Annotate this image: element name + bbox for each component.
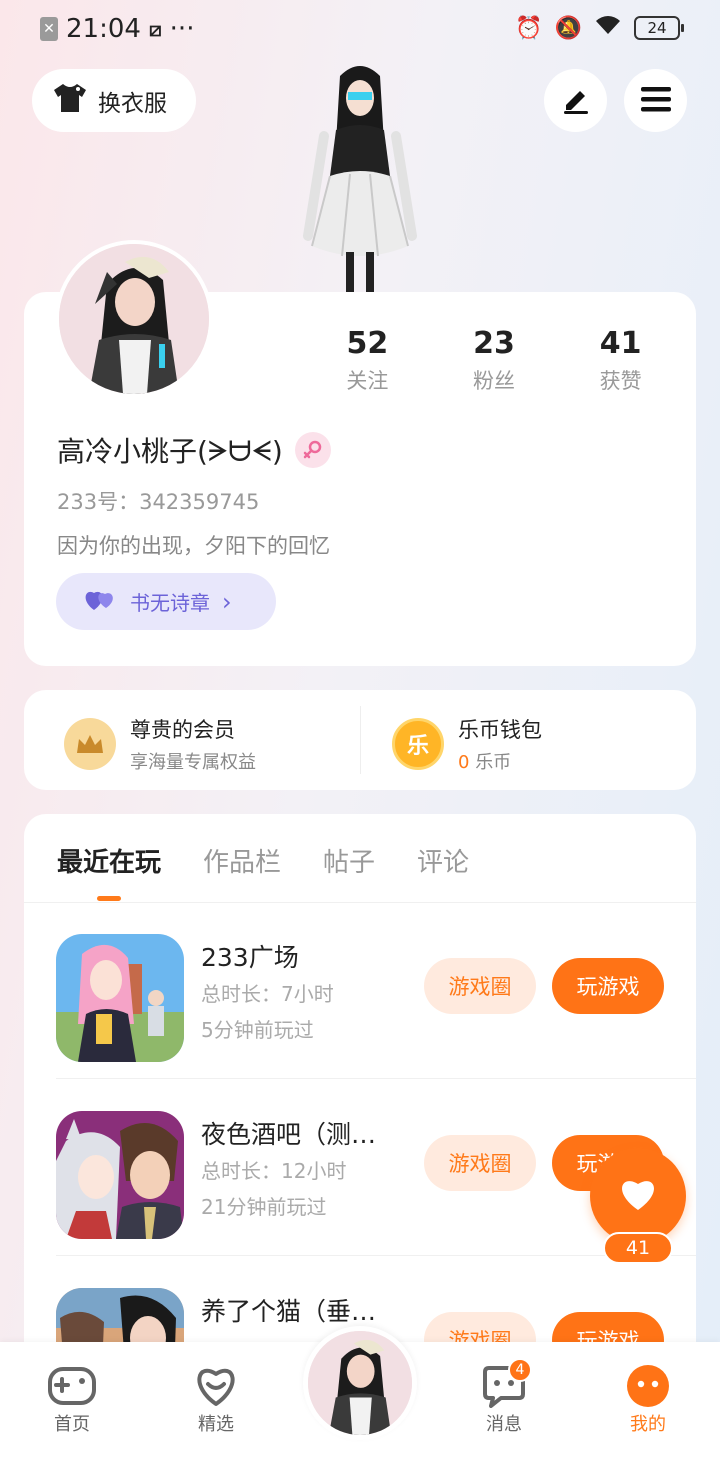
status-more: ···: [169, 14, 195, 44]
mute-icon: 🔕: [554, 15, 582, 41]
wallet-entry[interactable]: 乐 乐币钱包 0 乐币: [392, 714, 542, 774]
profile-stats: 52 关注 23 粉丝 41 获赞: [304, 326, 684, 395]
recent-games-card: 最近在玩 作品栏 帖子 评论 233广场 总时长：7小时 5分钟前玩过 游戏圈 …: [24, 814, 696, 1374]
nav-home-label: 首页: [54, 1414, 90, 1435]
nav-mine[interactable]: 我的: [608, 1362, 688, 1436]
message-icon: 4: [464, 1358, 544, 1410]
game-row[interactable]: 夜色酒吧（测… 总时长：12小时 21分钟前玩过 游戏圈 玩游戏: [56, 1079, 696, 1256]
vip-member-entry[interactable]: 尊贵的会员 享海量专属权益: [64, 714, 256, 774]
tab-posts[interactable]: 帖子: [323, 842, 375, 879]
notification-x-icon: ✕: [40, 17, 58, 41]
vip-wallet-card: 尊贵的会员 享海量专属权益 乐 乐币钱包 0 乐币: [24, 690, 696, 790]
status-time: 21:04: [66, 14, 141, 44]
change-outfit-button[interactable]: 换衣服: [32, 69, 196, 132]
wallet-amount: 0: [458, 752, 470, 773]
tab-works[interactable]: 作品栏: [203, 842, 281, 879]
stat-fans-value: 23: [473, 326, 515, 361]
coin-icon: 乐: [392, 718, 444, 770]
nav-featured-label: 精选: [198, 1414, 234, 1435]
avatar-3d-figure[interactable]: [290, 56, 430, 292]
stat-likes-value: 41: [599, 326, 642, 361]
game-last-played: 5分钟前玩过: [201, 1018, 314, 1042]
status-bar: ✕ 21:04 ⧄ ··· ⏰ 🔕 24: [0, 0, 720, 56]
messages-badge: 4: [508, 1358, 532, 1382]
nav-messages[interactable]: 4 消息: [464, 1358, 544, 1436]
nav-avatar-center[interactable]: [303, 1326, 417, 1440]
title-badge-label: 书无诗章: [130, 591, 210, 615]
sync-icon: ⧄: [148, 17, 162, 41]
like-button[interactable]: [590, 1148, 686, 1244]
like-count: 41: [603, 1232, 673, 1264]
tab-comments[interactable]: 评论: [417, 842, 469, 879]
hamburger-icon: [640, 85, 672, 117]
nav-messages-label: 消息: [486, 1414, 522, 1435]
menu-button[interactable]: [624, 69, 687, 132]
user-id: 233号：342359745: [57, 490, 260, 514]
wallet-unit: 乐币: [475, 752, 512, 773]
game-icon[interactable]: [56, 934, 184, 1062]
shirt-icon: [52, 82, 88, 120]
stat-following-value: 52: [346, 326, 389, 361]
stat-fans-label: 粉丝: [473, 369, 515, 393]
heart-chat-icon: [176, 1362, 256, 1410]
username-text: 高冷小桃子(ᗒᗨᗕ): [57, 435, 283, 468]
female-icon: [294, 432, 331, 468]
stat-likes[interactable]: 41 获赞: [557, 326, 684, 395]
vip-member-sub: 享海量专属权益: [130, 752, 256, 773]
game-row[interactable]: 233广场 总时长：7小时 5分钟前玩过 游戏圈 玩游戏: [56, 902, 696, 1079]
pencil-icon: [560, 83, 592, 119]
nav-home[interactable]: 首页: [32, 1362, 112, 1436]
profile-avatar[interactable]: [55, 240, 213, 398]
game-total-time: 总时长：12小时: [201, 1159, 347, 1183]
nav-mine-label: 我的: [630, 1414, 666, 1435]
game-last-played: 21分钟前玩过: [201, 1195, 327, 1219]
wallet-title: 乐币钱包: [458, 718, 542, 742]
bottom-nav: 首页 精选 4 消息 我的: [0, 1326, 720, 1460]
nav-featured[interactable]: 精选: [176, 1362, 256, 1436]
game-total-time: 总时长：7小时: [201, 982, 334, 1006]
change-outfit-label: 换衣服: [98, 90, 167, 117]
divider: [360, 706, 361, 774]
game-circle-button[interactable]: 游戏圈: [424, 958, 536, 1014]
username: 高冷小桃子(ᗒᗨᗕ): [57, 430, 331, 470]
heart-icon: [618, 1176, 658, 1216]
game-name: 夜色酒吧（测…: [201, 1120, 377, 1149]
edit-button[interactable]: [544, 69, 607, 132]
heart-pair-icon: [84, 586, 118, 617]
chevron-right-icon: ›: [222, 587, 232, 616]
stat-following[interactable]: 52 关注: [304, 326, 431, 395]
bio: 因为你的出现，夕阳下的回忆: [57, 534, 330, 558]
alarm-icon: ⏰: [515, 15, 543, 41]
game-name: 233广场: [201, 943, 299, 972]
stat-fans[interactable]: 23 粉丝: [431, 326, 558, 395]
tab-recently-played[interactable]: 最近在玩: [57, 842, 161, 901]
game-icon[interactable]: [56, 1111, 184, 1239]
stat-likes-label: 获赞: [599, 369, 642, 393]
vip-member-title: 尊贵的会员: [130, 718, 235, 742]
wifi-icon: [594, 14, 622, 42]
game-circle-button[interactable]: 游戏圈: [424, 1135, 536, 1191]
battery-icon: 24: [634, 16, 684, 40]
stat-following-label: 关注: [346, 369, 389, 393]
battery-level: 24: [647, 19, 667, 37]
game-name: 养了个猫（垂…: [201, 1297, 377, 1326]
wallet-balance: 0 乐币: [458, 748, 542, 774]
profile-tabs: 最近在玩 作品栏 帖子 评论: [57, 842, 469, 901]
play-game-button[interactable]: 玩游戏: [552, 958, 664, 1014]
title-badge-button[interactable]: 书无诗章 ›: [56, 573, 276, 630]
gamepad-icon: [32, 1362, 112, 1410]
smile-face-icon: [608, 1362, 688, 1410]
crown-icon: [64, 718, 116, 770]
